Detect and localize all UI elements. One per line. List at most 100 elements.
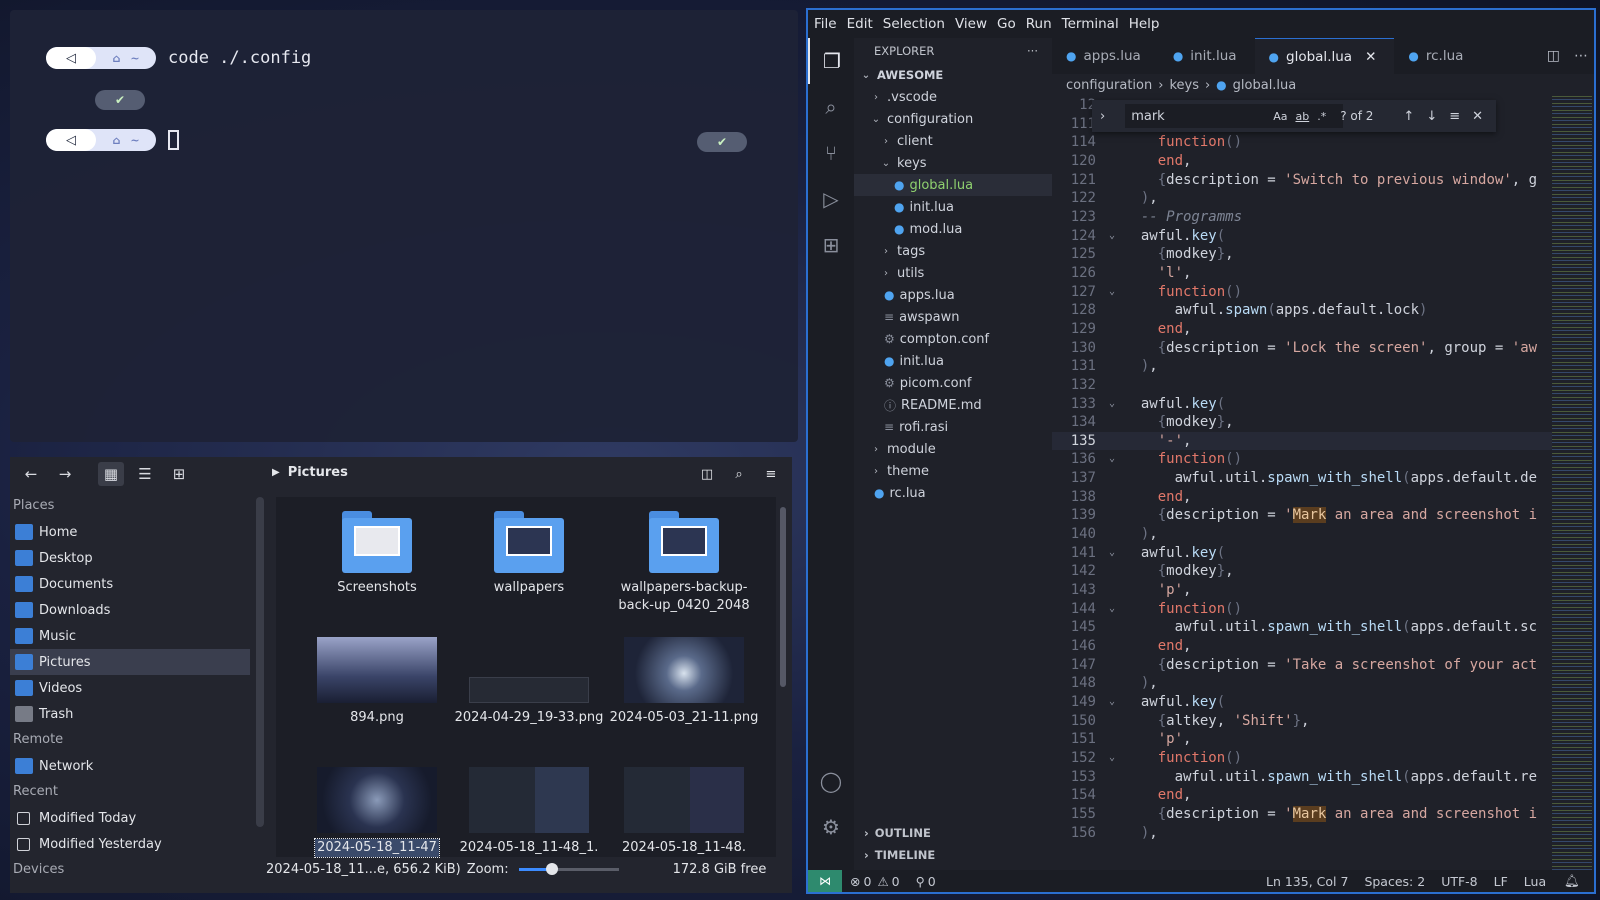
- code-line[interactable]: 133 ⌄ awful.key(: [1052, 395, 1552, 414]
- forward-arrow-icon[interactable]: →: [52, 462, 78, 486]
- code-line[interactable]: 137 awful.util.spawn_with_shell(apps.def…: [1052, 469, 1552, 488]
- breadcrumb-item[interactable]: global.lua: [1233, 78, 1297, 93]
- toggle-replace-icon[interactable]: ›: [1100, 109, 1105, 124]
- more-actions-icon[interactable]: ···: [1027, 44, 1038, 58]
- code-line[interactable]: 154 end,: [1052, 786, 1552, 805]
- grid-item-2024-04-29[interactable]: 2024-04-29_19-33.png: [454, 637, 604, 727]
- language-mode[interactable]: Lua: [1524, 874, 1546, 889]
- code-line[interactable]: 142 {modkey},: [1052, 562, 1552, 581]
- recent-modified-yesterday[interactable]: Modified Yesterday: [10, 831, 250, 857]
- split-view-icon[interactable]: ◫: [694, 462, 720, 486]
- code-line[interactable]: 150 {altkey, 'Shift'},: [1052, 712, 1552, 731]
- tree-item[interactable]: ⚙ compton.conf: [854, 328, 1052, 350]
- fold-chevron-icon[interactable]: ⌄: [1100, 283, 1124, 302]
- menu-edit[interactable]: Edit: [847, 16, 873, 32]
- tree-item[interactable]: › tags: [854, 240, 1052, 262]
- tree-item[interactable]: ⌄ configuration: [854, 108, 1052, 130]
- match-case-toggle[interactable]: Aa: [1273, 110, 1287, 123]
- source-control-icon[interactable]: ⑂: [808, 130, 854, 176]
- tree-item[interactable]: › .vscode: [854, 86, 1052, 108]
- zoom-slider-handle[interactable]: [545, 862, 558, 875]
- tab-apps-lua[interactable]: ● apps.lua: [1052, 38, 1159, 74]
- code-line[interactable]: 141 ⌄ awful.key(: [1052, 544, 1552, 563]
- close-icon[interactable]: ✕: [1365, 49, 1376, 65]
- code-line[interactable]: 125 {modkey},: [1052, 245, 1552, 264]
- code-line[interactable]: 148 ),: [1052, 674, 1552, 693]
- code-line[interactable]: 153 awful.util.spawn_with_shell(apps.def…: [1052, 768, 1552, 787]
- regex-toggle[interactable]: .*: [1317, 110, 1326, 123]
- list-view-icon[interactable]: ☰: [132, 462, 158, 486]
- place-pictures[interactable]: Pictures: [10, 649, 250, 675]
- find-input[interactable]: mark: [1125, 104, 1344, 128]
- tree-item[interactable]: ● mod.lua: [854, 218, 1052, 240]
- code-line[interactable]: 120 end,: [1052, 152, 1552, 171]
- menu-view[interactable]: View: [955, 16, 987, 32]
- menu-go[interactable]: Go: [997, 16, 1016, 32]
- workspace-root[interactable]: ⌄ AWESOME: [854, 64, 1052, 86]
- fold-chevron-icon[interactable]: ⌄: [1100, 749, 1124, 768]
- code-line[interactable]: 121 {description = 'Switch to previous w…: [1052, 171, 1552, 190]
- breadcrumb[interactable]: ▶ Pictures: [272, 465, 348, 480]
- code-line[interactable]: 135 '-',: [1052, 431, 1552, 451]
- tab-rc-lua[interactable]: ● rc.lua: [1394, 38, 1481, 74]
- tree-item[interactable]: ⚙ picom.conf: [854, 372, 1052, 394]
- place-videos[interactable]: Videos: [10, 675, 250, 701]
- tree-item[interactable]: ⓘ README.md: [854, 394, 1052, 416]
- next-match-icon[interactable]: ↓: [1426, 109, 1437, 124]
- tree-item[interactable]: ● init.lua: [854, 196, 1052, 218]
- grid-view-icon[interactable]: ▦: [98, 462, 124, 486]
- account-icon[interactable]: ◯: [808, 758, 854, 804]
- code-line[interactable]: 156 ),: [1052, 824, 1552, 843]
- find-in-selection-icon[interactable]: ≡: [1449, 109, 1460, 124]
- code-line[interactable]: 129 end,: [1052, 320, 1552, 339]
- line-ending[interactable]: LF: [1494, 874, 1508, 889]
- tree-item[interactable]: › utils: [854, 262, 1052, 284]
- place-downloads[interactable]: Downloads: [10, 597, 250, 623]
- tab-global-lua[interactable]: ● global.lua ✕: [1254, 38, 1395, 74]
- more-actions-icon[interactable]: ⋯: [1574, 48, 1588, 64]
- code-line[interactable]: 138 end,: [1052, 488, 1552, 507]
- menu-run[interactable]: Run: [1026, 16, 1052, 32]
- grid-item-2024-05-18-11-48-1[interactable]: 2024-05-18_11-48_1.: [454, 767, 604, 857]
- fold-chevron-icon[interactable]: ⌄: [1100, 600, 1124, 619]
- split-editor-icon[interactable]: ◫: [1547, 48, 1560, 64]
- timeline-section[interactable]: › TIMELINE: [854, 844, 935, 866]
- outline-section[interactable]: › OUTLINE: [854, 822, 931, 844]
- code-line[interactable]: 131 ),: [1052, 357, 1552, 376]
- run-debug-icon[interactable]: ▷: [808, 176, 854, 222]
- place-trash[interactable]: Trash: [10, 701, 250, 727]
- code-line[interactable]: 147 {description = 'Take a screenshot of…: [1052, 656, 1552, 675]
- notifications-bell-icon[interactable]: 🔔︎: [1564, 873, 1580, 889]
- back-arrow-icon[interactable]: ←: [18, 462, 44, 486]
- terminal-cursor[interactable]: [168, 130, 179, 150]
- tree-item[interactable]: › module: [854, 438, 1052, 460]
- hamburger-menu-icon[interactable]: ≡: [758, 462, 784, 486]
- remote-icon[interactable]: ⋈: [808, 870, 842, 892]
- code-line[interactable]: 136 ⌄ function(): [1052, 450, 1552, 469]
- code-line[interactable]: 149 ⌄ awful.key(: [1052, 693, 1552, 712]
- minimap[interactable]: [1552, 96, 1592, 876]
- fold-chevron-icon[interactable]: ⌄: [1100, 227, 1124, 246]
- grid-item-2024-05-18-11-47[interactable]: 2024-05-18_11-47: [302, 767, 452, 858]
- tree-item[interactable]: ● rc.lua: [854, 482, 1052, 504]
- code-line[interactable]: 114 function(): [1052, 133, 1552, 152]
- code-line[interactable]: 122 ),: [1052, 189, 1552, 208]
- menu-file[interactable]: File: [814, 16, 837, 32]
- code-line[interactable]: 124 ⌄ awful.key(: [1052, 227, 1552, 246]
- fold-chevron-icon[interactable]: ⌄: [1100, 450, 1124, 469]
- code-line[interactable]: 130 {description = 'Lock the screen', gr…: [1052, 339, 1552, 358]
- code-line[interactable]: 146 end,: [1052, 637, 1552, 656]
- place-documents[interactable]: Documents: [10, 571, 250, 597]
- close-icon[interactable]: ✕: [1472, 109, 1483, 124]
- tree-item[interactable]: ≡ rofi.rasi: [854, 416, 1052, 438]
- code-line[interactable]: 140 ),: [1052, 525, 1552, 544]
- breadcrumb-item[interactable]: keys: [1169, 78, 1199, 93]
- grid-item-wallpapers[interactable]: wallpapers: [454, 511, 604, 597]
- cursor-position[interactable]: Ln 135, Col 7: [1266, 874, 1348, 889]
- search-icon[interactable]: ⌕: [808, 84, 854, 130]
- place-desktop[interactable]: Desktop: [10, 545, 250, 571]
- settings-gear-icon[interactable]: ⚙: [808, 804, 854, 850]
- code-line[interactable]: 132: [1052, 376, 1552, 395]
- tree-item[interactable]: ⌄ keys: [854, 152, 1052, 174]
- fold-chevron-icon[interactable]: ⌄: [1100, 693, 1124, 712]
